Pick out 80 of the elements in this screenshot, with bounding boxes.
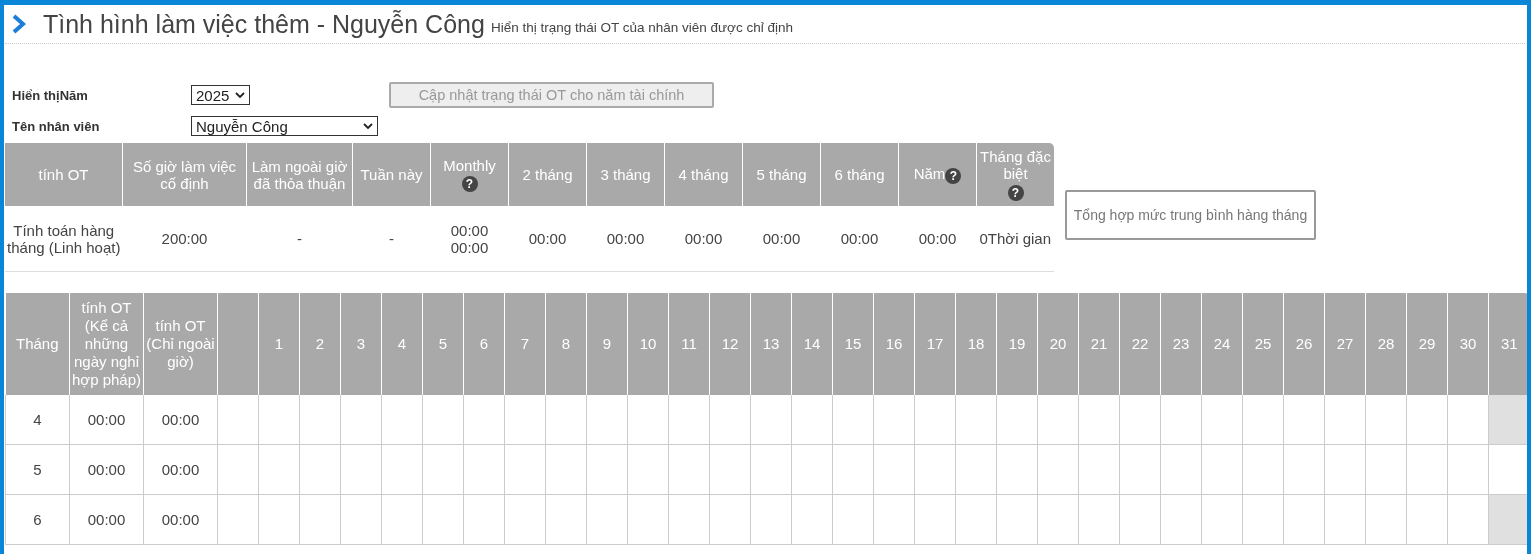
table-cell: 00:00: [586, 206, 665, 272]
table-cell: 00:00: [69, 444, 144, 495]
column-header: 21: [1078, 293, 1120, 395]
column-header: 6 tháng: [820, 143, 899, 206]
column-header: 6: [463, 293, 505, 395]
table-cell: 6: [5, 494, 70, 545]
column-header: tính OT (Kể cả những ngày nghỉ hợp pháp): [69, 293, 144, 395]
column-header: 20: [1037, 293, 1079, 395]
column-header: 4: [381, 293, 423, 395]
column-header: 1: [258, 293, 300, 395]
column-header: 3: [340, 293, 382, 395]
column-header: 4 tháng: [664, 143, 743, 206]
table-cell: 00:00: [69, 395, 144, 445]
column-header: Năm ?: [898, 143, 977, 206]
column-header: 3 tháng: [586, 143, 665, 206]
column-header: 5: [422, 293, 464, 395]
table-cell: 00:00: [742, 206, 821, 272]
column-header: 13: [750, 293, 792, 395]
employee-select[interactable]: Nguyễn Công: [191, 116, 378, 136]
column-header: Số giờ làm việc cố định: [122, 143, 247, 206]
column-header: 16: [873, 293, 915, 395]
help-icon[interactable]: ?: [945, 167, 962, 184]
column-header: 14: [791, 293, 833, 395]
column-header: Tháng: [5, 293, 70, 395]
column-header: 18: [955, 293, 997, 395]
column-header: 23: [1160, 293, 1202, 395]
field-label: Hiển thịNăm: [12, 87, 89, 103]
column-header: 22: [1119, 293, 1161, 395]
table-cell: -: [246, 206, 353, 272]
column-header: 2: [299, 293, 341, 395]
column-header: 2 tháng: [508, 143, 587, 206]
column-header: 25: [1242, 293, 1284, 395]
column-header: 29: [1406, 293, 1448, 395]
table-cell: 00:00: [664, 206, 743, 272]
column-header: 15: [832, 293, 874, 395]
column-header: 28: [1365, 293, 1407, 395]
column-header: 9: [586, 293, 628, 395]
chevron-icon: [11, 14, 27, 34]
column-header: Tuần này: [352, 143, 431, 206]
table-cell: 00:00 00:00: [430, 206, 509, 272]
column-header: tính OT (Chỉ ngoài giờ): [143, 293, 218, 395]
caret-icon: [235, 91, 245, 99]
column-header: 10: [627, 293, 669, 395]
help-icon[interactable]: ?: [1007, 184, 1024, 201]
column-header: Làm ngoài giờ đã thỏa thuận: [246, 143, 353, 206]
column-header: 8: [545, 293, 587, 395]
table-cell: 4: [5, 395, 70, 445]
page-title: Tình hình làm việc thêm - Nguyễn Công: [43, 9, 485, 39]
column-header: tính OT: [5, 143, 123, 206]
column-header: Tháng đặc biệt ?: [976, 143, 1054, 206]
table-cell: -: [352, 206, 431, 272]
year-select[interactable]: 2025: [191, 85, 250, 105]
column-header: 26: [1283, 293, 1325, 395]
page-subtitle: Hiển thị trạng thái OT của nhân viên được chỉ định: [490, 18, 793, 35]
table-cell: 00:00: [143, 444, 218, 495]
column-header: 17: [914, 293, 956, 395]
table-cell: 0Thời gian: [976, 206, 1054, 272]
table-cell: 5: [5, 444, 70, 495]
field-label: Tên nhân viên: [12, 118, 101, 134]
column-header: 30: [1447, 293, 1489, 395]
table-cell: 00:00: [898, 206, 977, 272]
column-header: 31: [1488, 293, 1527, 395]
column-header: 5 tháng: [742, 143, 821, 206]
table-cell: 00:00: [143, 395, 218, 445]
summary-button[interactable]: Tổng hợp mức trung bình hàng tháng: [1065, 189, 1316, 240]
column-header: 12: [709, 293, 751, 395]
table-cell: 00:00: [508, 206, 587, 272]
table-cell: 00:00: [143, 494, 218, 545]
table-cell: 00:00: [820, 206, 899, 272]
column-header: 11: [668, 293, 710, 395]
column-header: 27: [1324, 293, 1366, 395]
help-icon[interactable]: ?: [461, 176, 478, 192]
column-header: 7: [504, 293, 546, 395]
caret-icon: [363, 122, 373, 130]
column-header: Monthly ?: [430, 143, 509, 206]
column-header: 19: [996, 293, 1038, 395]
column-header: 24: [1201, 293, 1243, 395]
table-cell: Tính toán hàng tháng (Linh hoạt): [5, 206, 123, 272]
table-cell: 00:00: [69, 494, 144, 545]
table-cell: 200:00: [122, 206, 247, 272]
